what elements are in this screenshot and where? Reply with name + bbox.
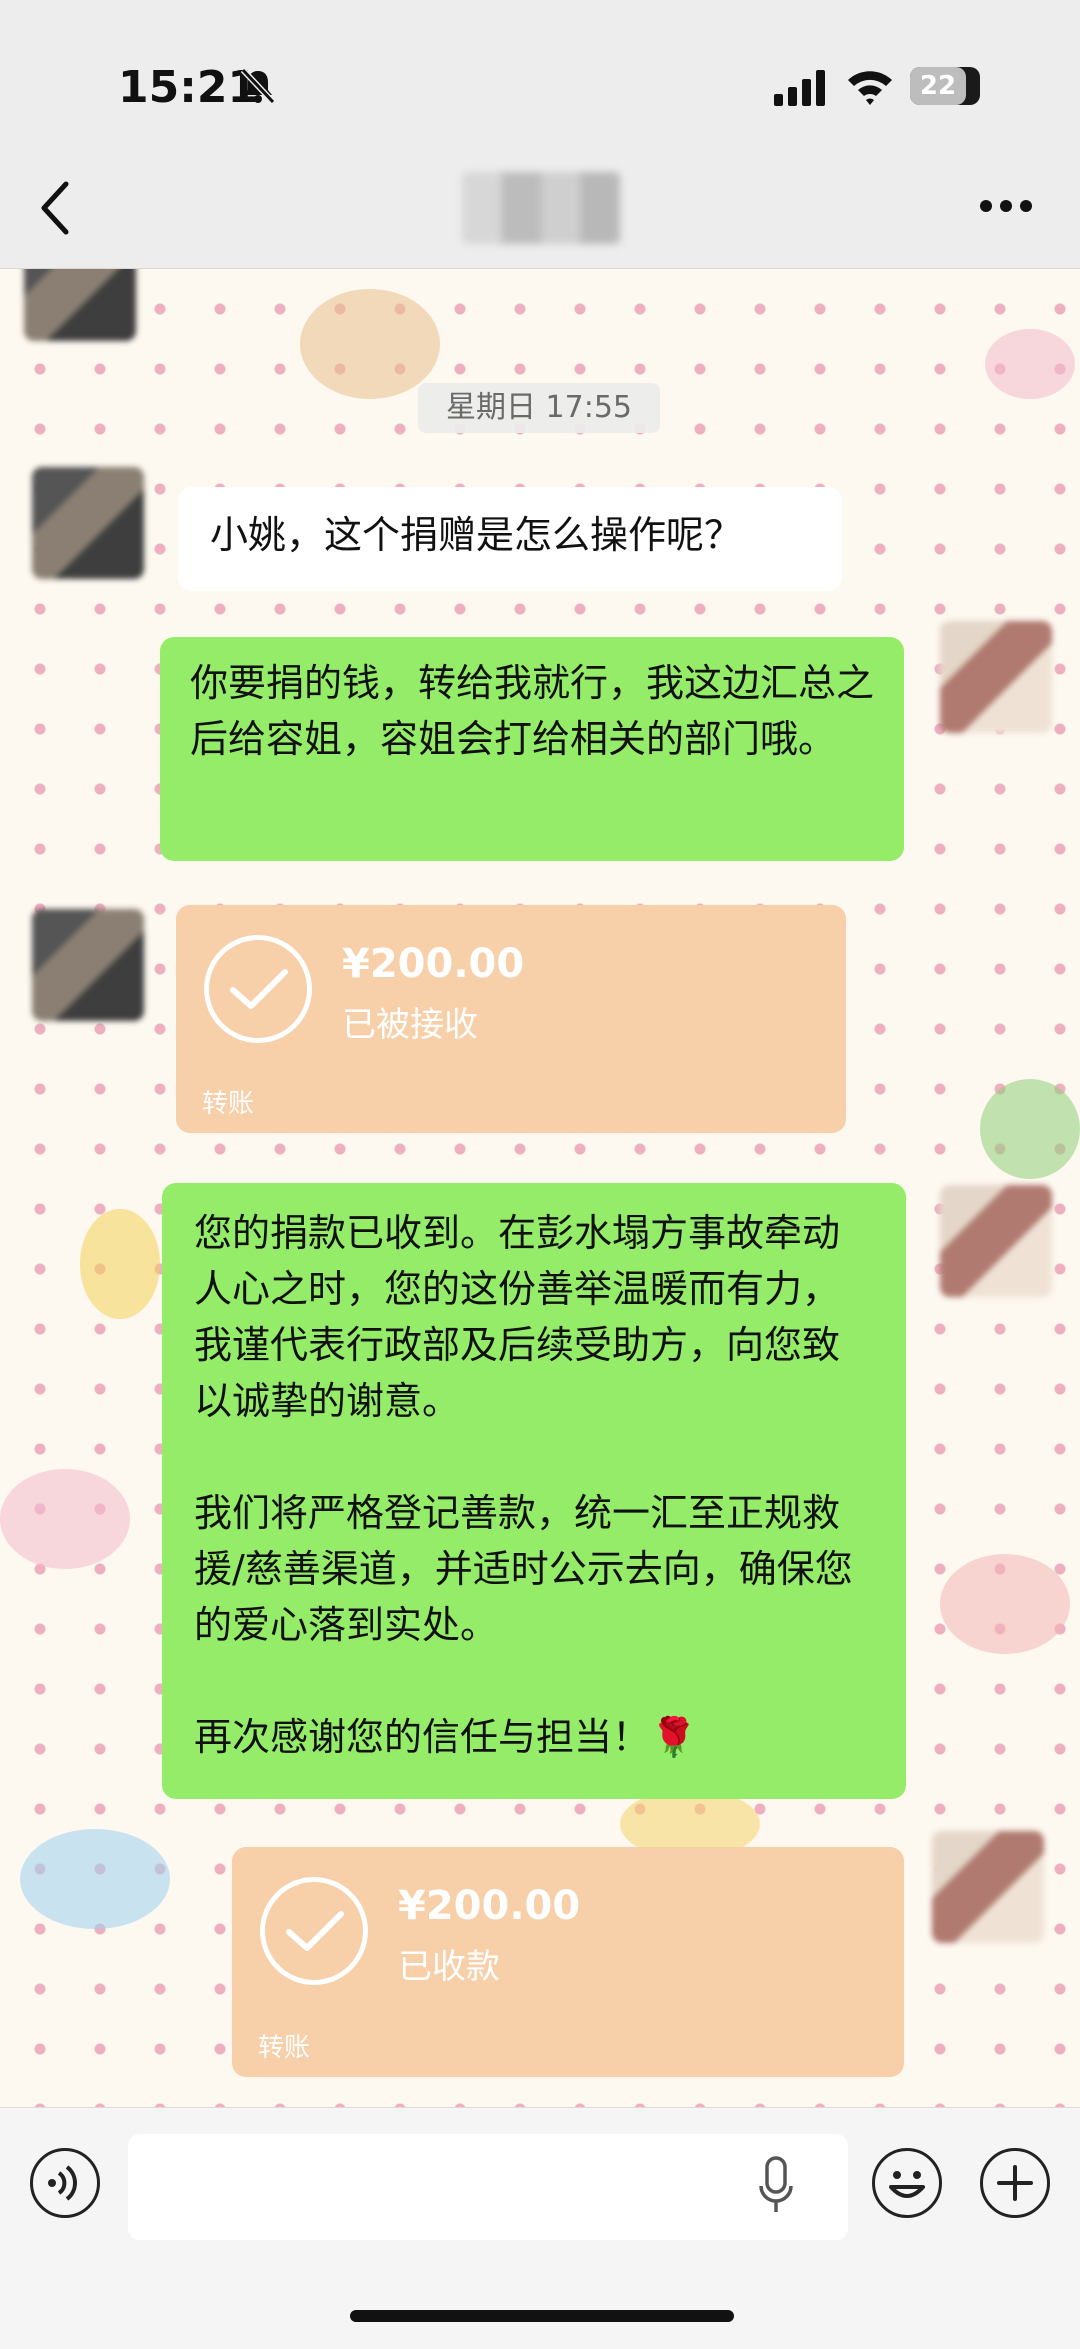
check-icon <box>204 935 312 1043</box>
mic-icon[interactable] <box>758 2156 794 2218</box>
wallpaper-sticker <box>300 289 440 399</box>
bell-off-icon <box>240 67 276 105</box>
chat-title-blurred <box>462 172 620 244</box>
wallpaper-sticker <box>940 1554 1070 1654</box>
more-icon[interactable] <box>978 196 1034 216</box>
top-bar: 15:21 22 <box>0 0 1080 269</box>
avatar[interactable] <box>932 1831 1044 1943</box>
plus-icon[interactable] <box>980 2148 1050 2218</box>
avatar[interactable] <box>32 909 144 1021</box>
battery-level: 22 <box>910 67 966 105</box>
transfer-card[interactable]: ¥200.00 已被接收 转账 <box>176 905 846 1133</box>
avatar[interactable] <box>940 621 1052 733</box>
message-bubble[interactable]: 你要捐的钱，转给我就行，我这边汇总之后给容姐，容姐会打给相关的部门哦。 <box>160 637 904 861</box>
transfer-label: 转账 <box>258 2033 311 2063</box>
chat-area[interactable]: 星期日 17:55 小姚，这个捐赠是怎么操作呢？ 你要捐的钱，转给我就行，我这边… <box>0 269 1080 2107</box>
voice-icon[interactable] <box>30 2148 100 2218</box>
chat-timestamp: 星期日 17:55 <box>418 383 660 433</box>
check-icon <box>260 1877 368 1985</box>
avatar[interactable] <box>940 1185 1052 1297</box>
wallpaper-sticker <box>80 1209 160 1319</box>
transfer-status: 已被接收 <box>342 1005 478 1045</box>
avatar[interactable] <box>24 269 136 341</box>
wallpaper-sticker <box>985 329 1075 399</box>
transfer-card[interactable]: ¥200.00 已收款 转账 <box>232 1847 904 2077</box>
message-bubble[interactable]: 您的捐款已收到。在彭水塌方事故牵动人心之时，您的这份善举温暖而有力，我谨代表行政… <box>162 1183 906 1799</box>
wallpaper-sticker <box>0 1469 130 1569</box>
wallpaper-sticker <box>980 1079 1080 1179</box>
back-icon[interactable] <box>36 178 76 238</box>
transfer-status: 已收款 <box>398 1947 500 1987</box>
avatar[interactable] <box>32 467 144 579</box>
message-bubble[interactable]: 小姚，这个捐赠是怎么操作呢？ <box>178 487 842 591</box>
wifi-icon <box>848 71 892 105</box>
signal-icon <box>774 70 825 106</box>
battery-indicator: 22 <box>910 67 980 105</box>
message-input[interactable] <box>128 2134 848 2240</box>
transfer-amount: ¥200.00 <box>398 1883 581 1929</box>
transfer-amount: ¥200.00 <box>342 941 525 987</box>
emoji-icon[interactable] <box>872 2148 942 2218</box>
transfer-label: 转账 <box>202 1089 255 1119</box>
home-indicator[interactable] <box>350 2310 734 2322</box>
wallpaper-sticker <box>20 1829 170 1929</box>
